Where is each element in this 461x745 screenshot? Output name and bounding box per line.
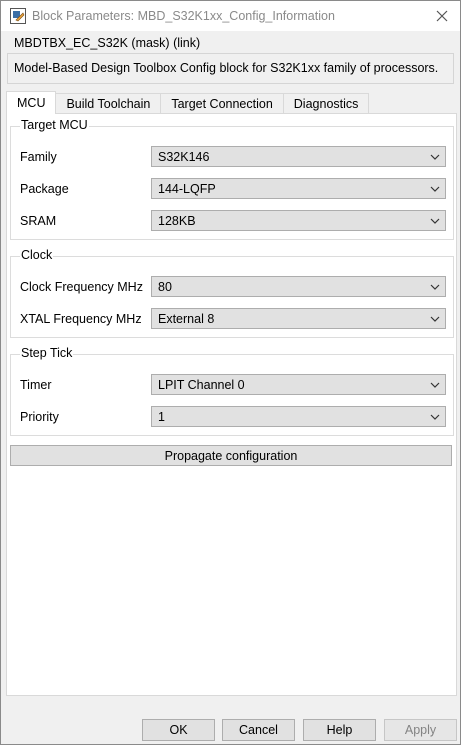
chevron-down-icon: [430, 218, 440, 224]
xtal-frequency-label: XTAL Frequency MHz: [20, 312, 142, 326]
chevron-down-icon: [430, 186, 440, 192]
close-icon: [436, 10, 448, 22]
window-title: Block Parameters: MBD_S32K1xx_Config_Inf…: [32, 9, 335, 23]
xtal-frequency-value: External 8: [158, 312, 215, 326]
chevron-down-icon: [430, 284, 440, 290]
xtal-frequency-select[interactable]: External 8: [151, 308, 446, 329]
tab-mcu[interactable]: MCU: [6, 91, 57, 114]
mask-description: Model-Based Design Toolbox Config block …: [14, 61, 439, 75]
sram-value: 128KB: [158, 214, 196, 228]
chevron-down-icon: [430, 316, 440, 322]
help-button[interactable]: Help: [303, 719, 376, 741]
family-value: S32K146: [158, 150, 210, 164]
sram-select[interactable]: 128KB: [151, 210, 446, 231]
priority-value: 1: [158, 410, 165, 424]
ok-button[interactable]: OK: [142, 719, 215, 741]
title-bar[interactable]: Block Parameters: MBD_S32K1xx_Config_Inf…: [1, 1, 460, 31]
group-title: Step Tick: [20, 346, 74, 360]
group-title: Clock: [20, 248, 54, 262]
package-label: Package: [20, 182, 69, 196]
description-panel: Model-Based Design Toolbox Config block …: [7, 53, 454, 84]
tab-diagnostics[interactable]: Diagnostics: [282, 93, 370, 114]
chevron-down-icon: [430, 154, 440, 160]
propagate-configuration-button[interactable]: Propagate configuration: [10, 445, 452, 466]
clock-group: Clock Clock Frequency MHz 80 XTAL Freque…: [10, 248, 454, 338]
block-parameters-icon: [10, 8, 26, 24]
clock-frequency-label: Clock Frequency MHz: [20, 280, 143, 294]
chevron-down-icon: [430, 382, 440, 388]
tab-strip: MCU Build Toolchain Target Connection Di…: [6, 91, 370, 114]
target-mcu-group: Target MCU Family S32K146 Package 144-LQ…: [10, 118, 454, 240]
mask-name: MBDTBX_EC_S32K (mask) (link): [14, 36, 201, 50]
tab-target-connection[interactable]: Target Connection: [160, 93, 284, 114]
package-value: 144-LQFP: [158, 182, 216, 196]
sram-label: SRAM: [20, 214, 57, 228]
timer-select[interactable]: LPIT Channel 0: [151, 374, 446, 395]
mcu-tab-panel: Target MCU Family S32K146 Package 144-LQ…: [6, 113, 457, 696]
close-button[interactable]: [430, 5, 454, 27]
step-tick-group: Step Tick Timer LPIT Channel 0 Priority …: [10, 346, 454, 436]
apply-button[interactable]: Apply: [384, 719, 457, 741]
package-select[interactable]: 144-LQFP: [151, 178, 446, 199]
cancel-button[interactable]: Cancel: [222, 719, 295, 741]
priority-select[interactable]: 1: [151, 406, 446, 427]
timer-value: LPIT Channel 0: [158, 378, 245, 392]
chevron-down-icon: [430, 414, 440, 420]
clock-frequency-select[interactable]: 80: [151, 276, 446, 297]
priority-label: Priority: [20, 410, 59, 424]
family-select[interactable]: S32K146: [151, 146, 446, 167]
group-title: Target MCU: [20, 118, 89, 132]
family-label: Family: [20, 150, 57, 164]
timer-label: Timer: [20, 378, 52, 392]
block-parameters-dialog: Block Parameters: MBD_S32K1xx_Config_Inf…: [0, 0, 461, 745]
clock-frequency-value: 80: [158, 280, 172, 294]
tab-build-toolchain[interactable]: Build Toolchain: [55, 93, 162, 114]
